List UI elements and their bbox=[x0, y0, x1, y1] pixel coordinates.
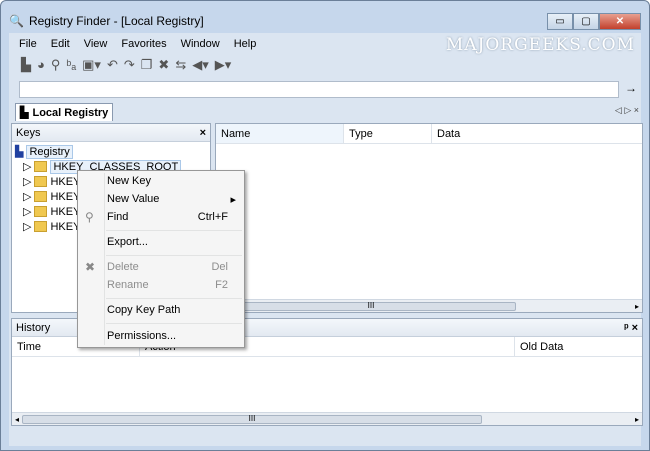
menu-view[interactable]: View bbox=[84, 38, 108, 50]
app-search-icon: 🔍 bbox=[9, 14, 24, 28]
copy-icon[interactable]: ❐ bbox=[141, 57, 153, 73]
folder-icon bbox=[34, 161, 48, 172]
tab-local-registry[interactable]: ▙ Local Registry bbox=[15, 103, 114, 121]
menu-item-permissions[interactable]: Permissions... bbox=[80, 327, 242, 345]
menu-help[interactable]: Help bbox=[234, 38, 257, 50]
history-close-button[interactable]: × bbox=[632, 322, 638, 334]
menu-window[interactable]: Window bbox=[181, 38, 220, 50]
column-old-data[interactable]: Old Data bbox=[515, 337, 642, 356]
submenu-arrow-icon: ▸ bbox=[230, 193, 236, 206]
undo-icon[interactable]: ↶ bbox=[107, 57, 118, 73]
keys-close-button[interactable]: × bbox=[200, 127, 206, 139]
menu-edit[interactable]: Edit bbox=[51, 38, 70, 50]
menu-item-new-key[interactable]: New Key bbox=[80, 172, 242, 190]
tree-root[interactable]: ▙ Registry bbox=[15, 144, 207, 159]
menu-item-rename[interactable]: Rename F2 bbox=[80, 276, 242, 294]
remote-registry-icon[interactable]: ◕ bbox=[37, 57, 45, 73]
folder-icon bbox=[34, 206, 48, 217]
address-input[interactable] bbox=[19, 81, 619, 98]
menu-file[interactable]: File bbox=[19, 38, 37, 50]
menu-favorites[interactable]: Favorites bbox=[121, 38, 166, 50]
go-arrow-icon[interactable]: → bbox=[625, 81, 637, 95]
menu-item-copy-key-path[interactable]: Copy Key Path bbox=[80, 301, 242, 319]
menu-item-export[interactable]: Export... bbox=[80, 233, 242, 251]
history-title: History bbox=[16, 321, 51, 334]
status-bar bbox=[9, 430, 641, 446]
save-icon[interactable]: ▣▾ bbox=[82, 57, 101, 73]
computer-icon: ▙ bbox=[15, 146, 24, 158]
maximize-button[interactable]: ▢ bbox=[573, 13, 599, 30]
column-type[interactable]: Type bbox=[344, 124, 432, 143]
find-icon: ⚲ bbox=[85, 210, 94, 224]
back-icon[interactable]: ◀▾ bbox=[192, 57, 209, 73]
tab-label: Local Registry bbox=[32, 106, 109, 119]
menu-item-delete[interactable]: ✖ Delete Del bbox=[80, 258, 242, 276]
toolbar: ▙ ◕ ⚲ ᵇₐ ▣▾ ↶ ↷ ❐ ✖ ⇆ ◀▾ ▶▾ bbox=[21, 57, 231, 73]
delete-icon: ✖ bbox=[85, 260, 96, 274]
folder-icon bbox=[34, 176, 48, 187]
values-scrollbar[interactable]: ◂▸ III bbox=[216, 299, 642, 312]
watermark: MAJORGEEKS.COM bbox=[445, 35, 635, 55]
replace-icon[interactable]: ᵇₐ bbox=[66, 57, 76, 73]
menu-bar: File Edit View Favorites Window Help bbox=[19, 38, 256, 50]
scroll-thumb[interactable]: III bbox=[22, 415, 482, 424]
pin-icon[interactable]: ᵖ bbox=[624, 322, 628, 334]
forward-icon[interactable]: ▶▾ bbox=[215, 57, 232, 73]
scroll-thumb[interactable]: III bbox=[226, 302, 516, 311]
column-name[interactable]: Name bbox=[216, 124, 344, 143]
redo-icon[interactable]: ↷ bbox=[124, 57, 135, 73]
delete-icon[interactable]: ✖ bbox=[158, 57, 169, 73]
find-icon[interactable]: ⚲ bbox=[51, 57, 61, 73]
title-bar: 🔍 Registry Finder - [Local Registry] bbox=[9, 11, 204, 31]
tab-navigation[interactable]: ◁ ▷ × bbox=[615, 105, 639, 116]
minimize-button[interactable]: ▭ bbox=[547, 13, 573, 30]
column-data[interactable]: Data bbox=[432, 124, 642, 143]
refresh-icon[interactable]: ⇆ bbox=[175, 57, 186, 73]
history-scrollbar[interactable]: ◂ ▸ III bbox=[12, 412, 642, 425]
registry-icon: ▙ bbox=[20, 107, 29, 119]
menu-item-new-value[interactable]: New Value ▸ bbox=[80, 190, 242, 208]
keys-title: Keys bbox=[16, 126, 41, 139]
close-button[interactable]: ✕ bbox=[599, 13, 641, 30]
window-title: Registry Finder - [Local Registry] bbox=[28, 14, 204, 28]
values-pane: Name Type Data ◂▸ III bbox=[215, 123, 643, 313]
folder-icon bbox=[34, 191, 48, 202]
local-registry-icon[interactable]: ▙ bbox=[21, 57, 31, 73]
context-menu: New Key New Value ▸ ⚲ Find Ctrl+F Export...… bbox=[77, 170, 245, 348]
menu-item-find[interactable]: ⚲ Find Ctrl+F bbox=[80, 208, 242, 226]
folder-icon bbox=[34, 221, 48, 232]
